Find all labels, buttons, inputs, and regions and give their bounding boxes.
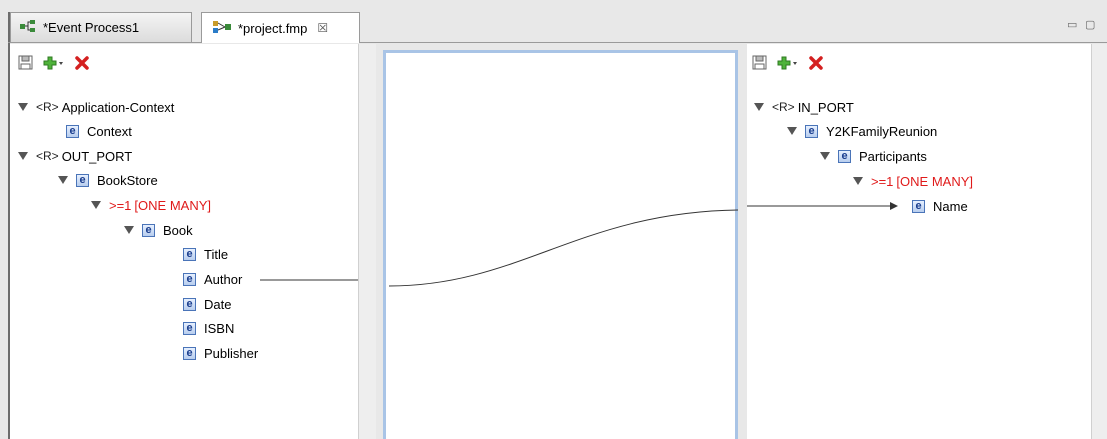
arrowhead-icon	[890, 202, 898, 210]
mapping-links	[260, 202, 898, 287]
mapping-curve[interactable]	[388, 209, 739, 287]
